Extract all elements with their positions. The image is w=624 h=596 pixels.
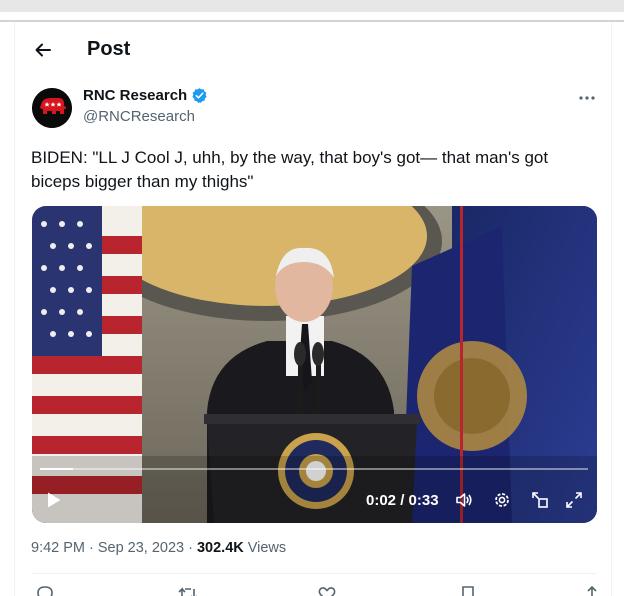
reply-button[interactable] — [35, 584, 55, 596]
post-text: BIDEN: "LL J Cool J, uhh, by the way, th… — [31, 148, 549, 191]
more-horizontal-icon — [579, 96, 595, 100]
browser-toolbar — [0, 0, 624, 12]
like-button[interactable] — [317, 584, 337, 596]
share-button[interactable] — [583, 584, 601, 596]
reply-icon — [37, 586, 53, 596]
settings-button[interactable] — [490, 488, 514, 512]
author-handle[interactable]: @RNCResearch — [83, 108, 195, 125]
author-name-line: RNC Research — [83, 87, 208, 104]
volume-icon — [456, 493, 472, 507]
picture-in-picture-icon — [532, 492, 548, 508]
video-progress-fill — [40, 468, 73, 470]
post-time[interactable]: 9:42 PM — [31, 540, 85, 556]
bookmark-icon — [462, 586, 474, 596]
play-button[interactable] — [42, 488, 66, 512]
more-options-button[interactable] — [575, 86, 599, 110]
meta-divider — [31, 573, 597, 574]
views-count: 302.4K — [196, 540, 244, 556]
repost-button[interactable] — [177, 584, 199, 596]
volume-button[interactable] — [452, 488, 476, 512]
bookmark-button[interactable] — [459, 584, 477, 596]
post-column: Post RNC Research @RNCResearch BIDEN: "L… — [14, 22, 612, 596]
repost-icon — [178, 587, 197, 596]
post-header: Post — [15, 34, 613, 64]
gear-icon — [495, 493, 509, 507]
play-icon — [48, 492, 61, 508]
post-meta: 9:42 PM · Sep 23, 2023 · 302.4K Views — [31, 540, 286, 556]
action-bar — [31, 584, 599, 596]
video-progress-bar[interactable] — [40, 468, 588, 470]
fullscreen-icon — [566, 492, 582, 508]
post-date[interactable]: Sep 23, 2023 — [98, 540, 184, 556]
video-player[interactable]: 0:02 / 0:33 — [32, 206, 597, 523]
video-time-readout: 0:02 / 0:33 — [366, 492, 439, 509]
page-title: Post — [87, 38, 131, 60]
author-row: RNC Research @RNCResearch — [15, 86, 613, 134]
fullscreen-button[interactable] — [562, 488, 586, 512]
arrow-left-icon — [35, 43, 51, 57]
meta-separator: · — [89, 540, 94, 556]
rnc-elephant-logo — [32, 88, 72, 128]
author-name[interactable]: RNC Research — [83, 87, 187, 104]
meta-separator: · — [188, 540, 193, 556]
verified-badge-icon — [192, 88, 207, 103]
avatar[interactable] — [32, 88, 72, 128]
share-icon — [585, 585, 599, 596]
views-label: Views — [247, 540, 287, 556]
heart-icon — [318, 587, 336, 596]
video-frame — [32, 206, 597, 523]
picture-in-picture-button[interactable] — [528, 488, 552, 512]
back-button[interactable] — [29, 36, 57, 64]
